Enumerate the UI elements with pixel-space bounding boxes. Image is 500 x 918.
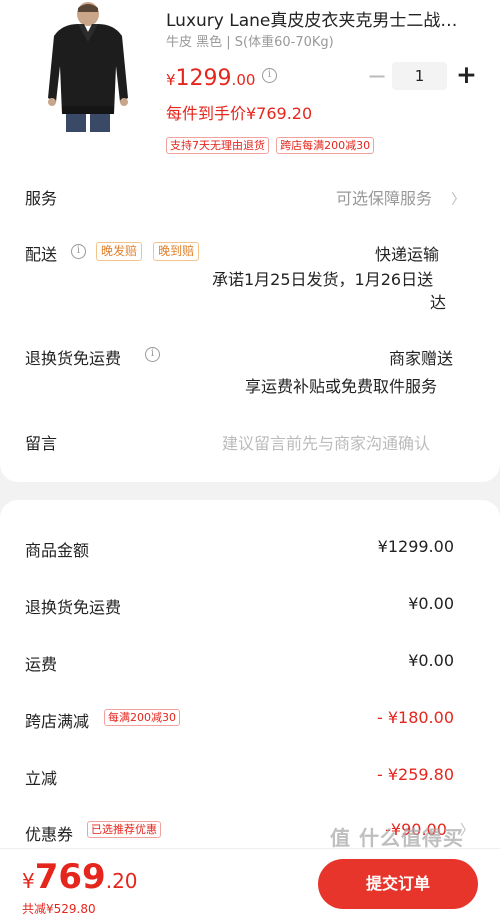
cross-store-discount-value: - ¥180.00 — [376, 708, 454, 727]
cross-store-discount-badge: 每满200减30 — [104, 709, 180, 726]
instant-discount-value: - ¥259.80 — [376, 765, 454, 784]
total-saved: 共减¥529.80 — [22, 902, 96, 916]
price-decimal: .00 — [231, 71, 256, 89]
chevron-right-icon: 〉 — [451, 192, 466, 208]
return-policy-tag: 支持7天无理由退货 — [166, 137, 269, 154]
total-decimal: .20 — [105, 869, 138, 893]
summary-row-label: 退换货免运费 — [25, 598, 122, 617]
late-ship-compensation-tag: 晚发赔 — [96, 242, 143, 261]
delivery-tags: 晚发赔 晚到赔 — [96, 240, 200, 261]
delivery-label: 配送 — [25, 245, 58, 264]
delivery-method: 快递运输 — [375, 245, 440, 264]
total-integer: 769 — [34, 857, 106, 897]
product-image[interactable] — [40, 2, 136, 132]
total-price: ¥769.20 — [22, 857, 138, 897]
info-icon[interactable]: i — [262, 68, 277, 83]
late-arrival-compensation-tag: 晚到赔 — [153, 242, 200, 261]
product-tags: 支持7天无理由退货 跨店每满200减30 — [166, 134, 375, 154]
service-label: 服务 — [25, 189, 58, 208]
watermark-logo: 值 什么值得买 — [330, 826, 464, 850]
message-label: 留言 — [25, 434, 58, 453]
submit-order-button[interactable]: 提交订单 — [318, 859, 478, 909]
summary-row-label: 立减 — [25, 769, 58, 788]
summary-row-value: ¥0.00 — [408, 651, 454, 670]
delivery-info-icon[interactable]: i — [71, 244, 86, 259]
return-shipping-desc: 享运费补贴或免费取件服务 — [245, 377, 438, 396]
order-card: Luxury Lane真皮皮衣夹克男士二战… 牛皮 黑色 | S(体重60-70… — [0, 0, 500, 482]
decrease-qty-button[interactable]: − — [367, 62, 387, 90]
total-currency: ¥ — [22, 869, 35, 893]
coupon-label: 优惠券 — [25, 825, 74, 844]
summary-row-value: ¥0.00 — [408, 594, 454, 613]
return-shipping-label: 退换货免运费 — [25, 349, 122, 368]
recommended-coupon-badge: 已选推荐优惠 — [87, 821, 161, 838]
checkout-bar: ¥769.20 共减¥529.80 提交订单 — [0, 848, 500, 918]
quantity-input[interactable]: 1 — [392, 62, 447, 90]
product-spec[interactable]: 牛皮 黑色 | S(体重60-70Kg) — [166, 31, 334, 50]
summary-row-label: 商品金额 — [25, 541, 90, 560]
message-input[interactable]: 建议留言前先与商家沟通确认 — [222, 430, 462, 453]
hand-price: 每件到手价¥769.20 — [166, 104, 313, 123]
delivery-promise-line1: 承诺1月25日发货，1月26日送 — [212, 270, 434, 289]
unit-price: ¥1299.00 — [166, 66, 255, 91]
return-shipping-info-icon[interactable]: i — [145, 347, 160, 362]
summary-row-label: 运费 — [25, 655, 58, 674]
increase-qty-button[interactable]: + — [456, 60, 477, 89]
summary-row-value: ¥1299.00 — [377, 537, 454, 556]
price-integer: 1299 — [175, 66, 232, 91]
summary-row-label: 跨店满减 — [25, 712, 90, 731]
return-shipping-value: 商家赠送 — [389, 349, 454, 368]
service-row-link[interactable]: 可选保障服务 〉 — [336, 185, 465, 209]
delivery-promise-line2: 达 — [430, 293, 447, 312]
cross-store-discount-tag: 跨店每满200减30 — [276, 137, 375, 154]
product-title[interactable]: Luxury Lane真皮皮衣夹克男士二战… — [166, 6, 478, 31]
service-value: 可选保障服务 — [336, 189, 433, 208]
currency-symbol: ¥ — [166, 71, 176, 89]
